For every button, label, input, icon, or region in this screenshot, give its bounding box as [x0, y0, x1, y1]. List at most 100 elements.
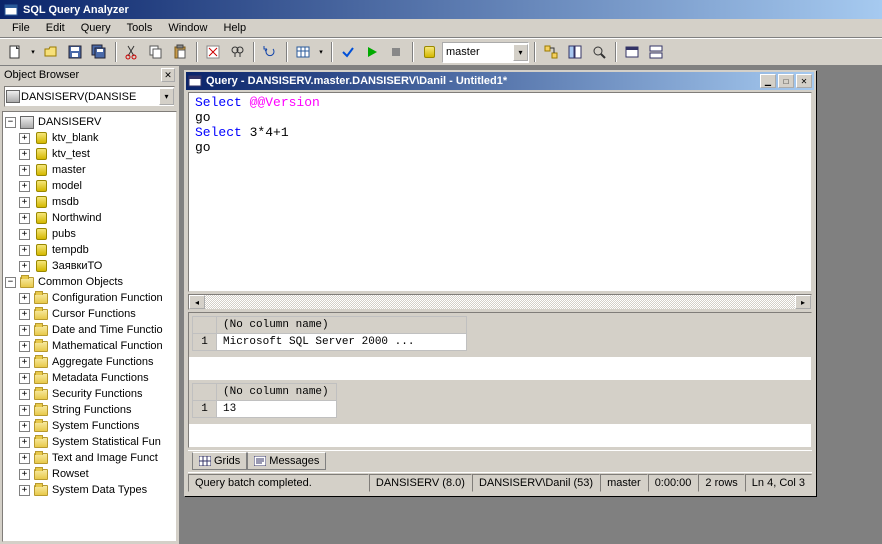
- folder-icon: [33, 435, 49, 449]
- menu-query[interactable]: Query: [73, 20, 119, 36]
- tree-folder-node[interactable]: +System Statistical Fun: [3, 434, 176, 450]
- database-icon: [33, 147, 49, 161]
- database-icon: [33, 243, 49, 257]
- menu-window[interactable]: Window: [160, 20, 215, 36]
- server-combo-input[interactable]: [21, 91, 159, 103]
- results-mode-dropdown[interactable]: ▾: [316, 41, 326, 63]
- tree-label: System Data Types: [52, 484, 147, 496]
- object-search-button[interactable]: [588, 41, 610, 63]
- parse-button[interactable]: [337, 41, 359, 63]
- execute-button[interactable]: [361, 41, 383, 63]
- object-browser-pane: Object Browser ✕ ▾ − DANSISERV +ktv_blan…: [0, 66, 180, 544]
- tree-db-node[interactable]: +ЗаявкиТО: [3, 258, 176, 274]
- folder-icon: [19, 275, 35, 289]
- tree-folder-node[interactable]: +Aggregate Functions: [3, 354, 176, 370]
- object-browser-button[interactable]: [564, 41, 586, 63]
- cut-button[interactable]: [121, 41, 143, 63]
- tree-db-node[interactable]: +msdb: [3, 194, 176, 210]
- tree-db-node[interactable]: +master: [3, 162, 176, 178]
- scroll-right-button[interactable]: ▸: [795, 295, 811, 309]
- menu-tools[interactable]: Tools: [119, 20, 161, 36]
- estimated-plan-button[interactable]: [540, 41, 562, 63]
- tree-label: Text and Image Funct: [52, 452, 158, 464]
- folder-icon: [33, 355, 49, 369]
- tree-folder-node[interactable]: +System Functions: [3, 418, 176, 434]
- results-mode-button[interactable]: [292, 41, 314, 63]
- column-header[interactable]: (No column name): [217, 384, 337, 401]
- tree-label: Metadata Functions: [52, 372, 149, 384]
- folder-icon: [33, 483, 49, 497]
- save-all-button[interactable]: [88, 41, 110, 63]
- tree-db-node[interactable]: +pubs: [3, 226, 176, 242]
- status-message: Query batch completed.: [188, 474, 369, 492]
- query-window-titlebar[interactable]: Query - DANSISERV.master.DANSISERV\Danil…: [186, 72, 814, 90]
- find-button[interactable]: [226, 41, 248, 63]
- server-icon: [19, 115, 35, 129]
- tree-folder-node[interactable]: +Date and Time Functio: [3, 322, 176, 338]
- tree-folder-node[interactable]: +Metadata Functions: [3, 370, 176, 386]
- open-button[interactable]: [40, 41, 62, 63]
- server-combo[interactable]: ▾: [4, 86, 175, 107]
- tree-label: ЗаявкиТО: [52, 260, 102, 272]
- object-browser-close-button[interactable]: ✕: [161, 68, 175, 82]
- tree-db-node[interactable]: +Northwind: [3, 210, 176, 226]
- tree-folder-node[interactable]: +String Functions: [3, 402, 176, 418]
- result-cell[interactable]: Microsoft SQL Server 2000 ...: [217, 334, 467, 351]
- paste-button[interactable]: [169, 41, 191, 63]
- object-browser-title: Object Browser: [4, 69, 161, 81]
- database-combo-dropdown[interactable]: ▾: [513, 44, 528, 61]
- tree-folder-node[interactable]: +Text and Image Funct: [3, 450, 176, 466]
- tree-db-node[interactable]: +ktv_blank: [3, 130, 176, 146]
- tree-folder-node[interactable]: +System Data Types: [3, 482, 176, 498]
- tree-label: Rowset: [52, 468, 89, 480]
- result-grid-1[interactable]: (No column name) 1Microsoft SQL Server 2…: [192, 316, 808, 351]
- tree-common-node[interactable]: −Common Objects: [3, 274, 176, 290]
- column-header[interactable]: (No column name): [217, 317, 467, 334]
- tab-messages[interactable]: Messages: [247, 452, 326, 470]
- menu-file[interactable]: File: [4, 20, 38, 36]
- maximize-button[interactable]: □: [778, 74, 794, 88]
- query-window: Query - DANSISERV.master.DANSISERV\Danil…: [184, 70, 816, 496]
- result-grid-2[interactable]: (No column name) 113: [192, 383, 808, 418]
- minimize-button[interactable]: ▁: [760, 74, 776, 88]
- close-button[interactable]: ✕: [796, 74, 812, 88]
- tree-server-node[interactable]: − DANSISERV: [3, 114, 176, 130]
- database-combo[interactable]: ▾: [442, 42, 529, 63]
- row-header[interactable]: 1: [193, 401, 217, 418]
- stop-button[interactable]: [385, 41, 407, 63]
- tree-folder-node[interactable]: +Rowset: [3, 466, 176, 482]
- copy-button[interactable]: [145, 41, 167, 63]
- tree-db-node[interactable]: +ktv_test: [3, 146, 176, 162]
- menu-edit[interactable]: Edit: [38, 20, 73, 36]
- tab-grids[interactable]: Grids: [192, 452, 247, 470]
- menubar: File Edit Query Tools Window Help: [0, 19, 882, 38]
- folder-icon: [33, 307, 49, 321]
- editor-scrollbar[interactable]: ◂ ▸: [188, 294, 812, 310]
- row-header[interactable]: 1: [193, 334, 217, 351]
- new-query-dropdown[interactable]: ▾: [28, 41, 38, 63]
- tree-db-node[interactable]: +model: [3, 178, 176, 194]
- tree-label: String Functions: [52, 404, 131, 416]
- undo-button[interactable]: [259, 41, 281, 63]
- tree-folder-node[interactable]: +Security Functions: [3, 386, 176, 402]
- database-combo-input[interactable]: [443, 46, 513, 58]
- menu-help[interactable]: Help: [215, 20, 254, 36]
- tree-db-node[interactable]: +tempdb: [3, 242, 176, 258]
- object-tree[interactable]: − DANSISERV +ktv_blank +ktv_test +master…: [2, 111, 177, 542]
- server-combo-dropdown[interactable]: ▾: [159, 88, 174, 105]
- scroll-left-button[interactable]: ◂: [189, 295, 205, 309]
- tree-label: ktv_test: [52, 148, 90, 160]
- new-query-button[interactable]: [4, 41, 26, 63]
- current-conn-button[interactable]: [621, 41, 643, 63]
- result-cell[interactable]: 13: [217, 401, 337, 418]
- mdi-area: Query - DANSISERV.master.DANSISERV\Danil…: [180, 66, 882, 544]
- show-results-button[interactable]: [645, 41, 667, 63]
- tree-label: Common Objects: [38, 276, 123, 288]
- tree-folder-node[interactable]: +Cursor Functions: [3, 306, 176, 322]
- tree-folder-node[interactable]: +Configuration Function: [3, 290, 176, 306]
- toolbar: ▾ ▾ ▾: [0, 38, 882, 66]
- tree-folder-node[interactable]: +Mathematical Function: [3, 338, 176, 354]
- save-button[interactable]: [64, 41, 86, 63]
- clear-button[interactable]: [202, 41, 224, 63]
- sql-editor[interactable]: Select @@Version go Select 3*4+1 go: [188, 92, 812, 292]
